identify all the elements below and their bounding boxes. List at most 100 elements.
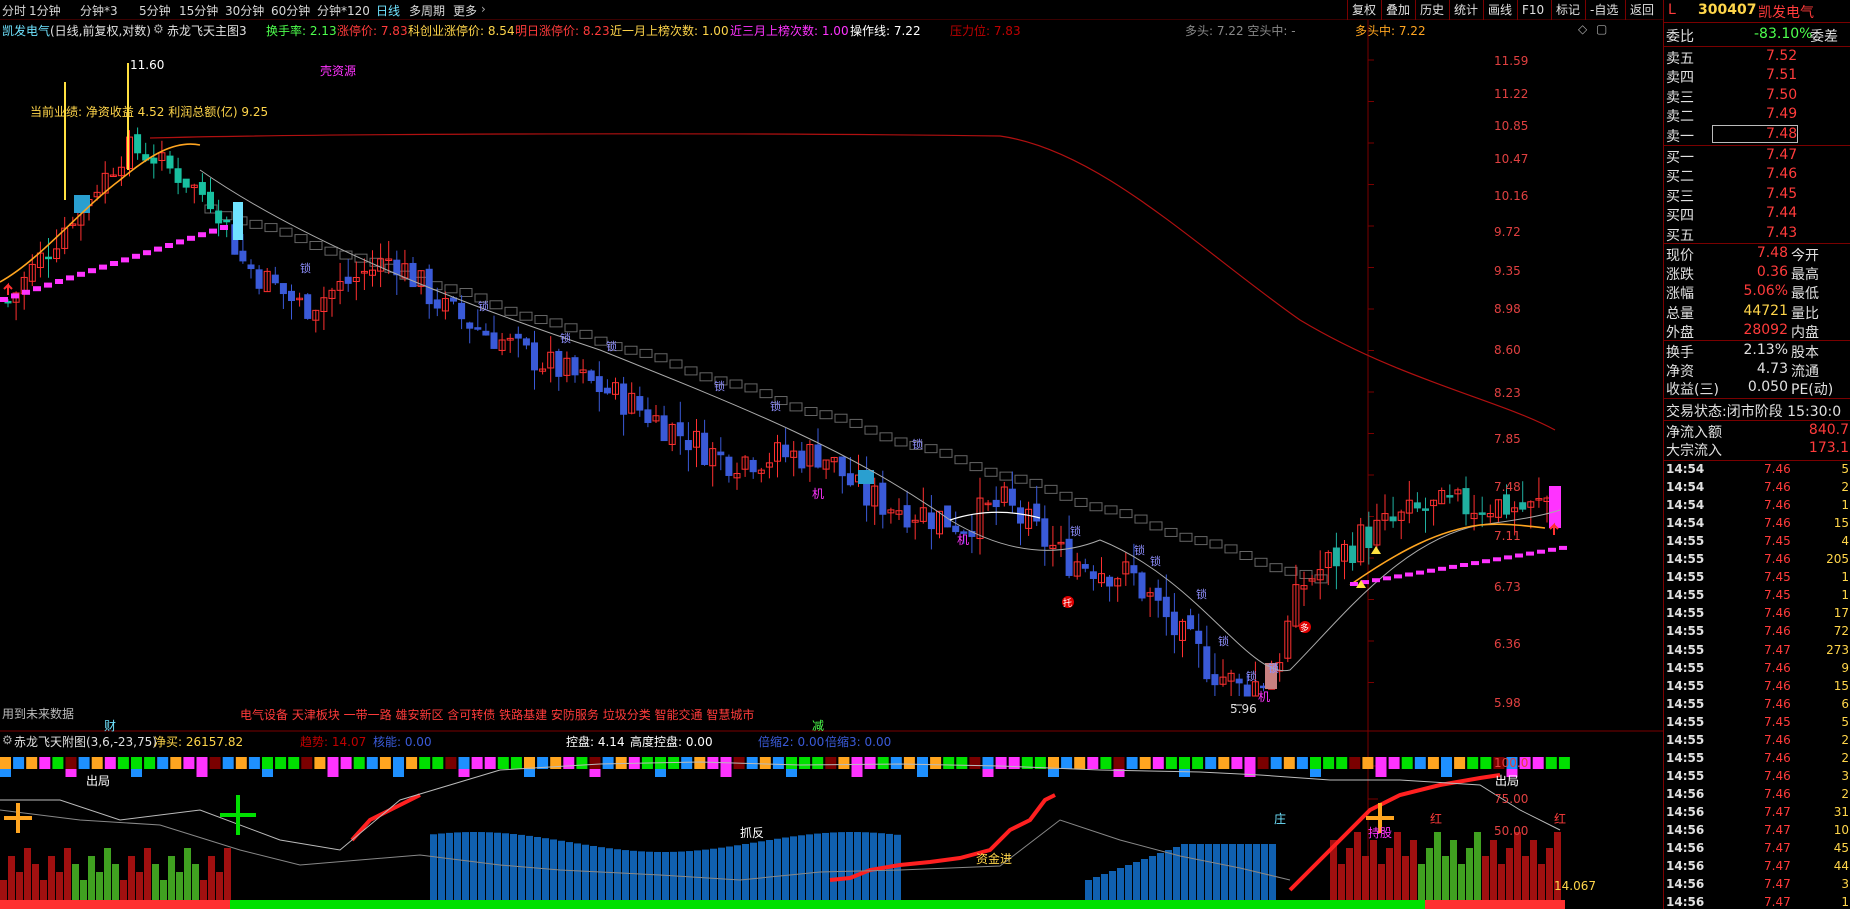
bid-row[interactable]: 买一 7.47 [1664,147,1850,166]
history-button[interactable]: 历史 [1415,0,1448,20]
support-dash [66,275,74,281]
period-fenshi[interactable]: 分时 [2,2,26,19]
blue-volume-bar [686,851,693,900]
blue-volume-bar [622,850,629,900]
right-volume-bar [1354,832,1361,900]
signal-block [1270,757,1282,769]
tick-volume: 2 [1841,786,1849,801]
left-volume-bar [32,864,39,900]
step-box [999,471,1013,481]
signal-block [982,757,994,769]
left-volume-bar [200,880,207,900]
right-volume-bar [1490,840,1497,900]
bid-price: 7.44 [1766,205,1798,222]
bid-row[interactable]: 买二 7.46 [1664,166,1850,185]
period-5min[interactable]: 5分钟 [139,2,171,19]
period-more[interactable]: 更多 [453,2,477,19]
step-box [1299,569,1313,579]
stat-label2: 最高 [1791,267,1819,284]
chevron-right-icon[interactable]: › [481,2,486,16]
tick-row: 14:55 7.46 6 [1664,697,1850,715]
period-3min[interactable]: 分钟*3 [80,2,118,19]
suo-marker: 锁 [1070,524,1081,538]
fuquan-button[interactable]: 复权 [1347,0,1380,20]
period-1min[interactable]: 1分钟 [29,2,61,19]
yellow-triangle [1371,546,1381,554]
tick-time: 14:54 [1666,480,1705,495]
step-box [864,425,878,435]
sub-gear-icon[interactable]: ⚙ [2,733,13,747]
signal-block [969,757,981,769]
back-button[interactable]: 返回 [1625,0,1658,20]
net-buy-label: 净买: 26157.82 [154,735,244,749]
tick-row: 14:55 7.46 2 [1664,733,1850,751]
tick-price: 7.45 [1764,570,1791,585]
ask-row[interactable]: 卖二 7.49 [1664,106,1850,125]
red-up-arrow [1549,522,1559,535]
tick-time: 14:55 [1666,660,1705,675]
candle-body [903,505,911,528]
candle-body [814,444,822,468]
signal-block [825,757,837,769]
signal-block [1283,757,1295,769]
sub-indicator-title[interactable]: 赤龙飞天附图(3,6,-23,75) [14,733,157,750]
bid-row[interactable]: 买五 7.43 [1664,225,1850,244]
signal-block [288,757,300,769]
bid-label: 买五 [1666,227,1694,244]
ask-row[interactable]: 卖四 7.51 [1664,67,1850,86]
blue-volume-bar [694,850,701,900]
stat2-row: 收益(三) 0.050 PE(动) [1664,379,1850,398]
step-box [1119,509,1133,519]
tick-row: 14:56 7.47 1 [1664,895,1850,909]
remove-favorite-button[interactable]: -自选 [1585,0,1622,20]
out-label: 出局 [86,774,111,788]
blue-volume-bar [1149,856,1156,900]
tick-price: 7.47 [1764,877,1791,892]
stats-button[interactable]: 统计 [1449,0,1482,20]
signal-block-2 [720,769,732,777]
signal-block [1074,757,1086,769]
ask-row[interactable]: 卖五 7.52 [1664,48,1850,67]
period-daily[interactable]: 日线 [376,2,400,19]
ask-label: 卖二 [1666,109,1694,126]
signal-block [1349,757,1361,769]
step-box [549,318,563,328]
support-dash [121,257,129,263]
candle-body [1138,572,1146,599]
ask-row[interactable]: 卖三 7.50 [1664,87,1850,106]
tick-volume: 3 [1841,768,1849,783]
blue-candle [858,470,874,484]
white-ma [949,511,1041,521]
blue-volume-bar [574,843,581,900]
period-60min[interactable]: 60分钟 [271,2,310,19]
ask-label: 卖五 [1666,51,1694,67]
period-multi[interactable]: 多周期 [409,2,445,19]
step-box [1254,557,1268,567]
overlay-button[interactable]: 叠加 [1381,0,1414,20]
price-tick: 6.73 [1494,580,1521,594]
tick-row: 14:54 7.46 5 [1664,462,1850,480]
candle-body [1162,596,1170,618]
suo-marker: 锁 [1246,669,1257,683]
support-dash [1526,551,1534,556]
ji-marker: 机 [1258,690,1270,704]
suo-marker: 锁 [300,261,311,275]
order-ratio-value: -83.10% [1754,26,1813,42]
signal-block [563,757,575,769]
kline-chart[interactable]: 锁锁锁锁锁锁锁锁锁锁锁锁锁锁机机机托多 [0,20,1663,909]
tick-time: 14:55 [1666,642,1705,657]
period-15min[interactable]: 15分钟 [179,2,218,19]
mark-button[interactable]: 标记 [1551,0,1584,20]
period-30min[interactable]: 30分钟 [225,2,264,19]
bid-row[interactable]: 买三 7.45 [1664,186,1850,205]
signal-block [1336,757,1348,769]
draw-button[interactable]: 画线 [1483,0,1516,20]
tick-volume: 4 [1841,534,1849,549]
f10-button[interactable]: F10 [1517,0,1548,20]
bid-row[interactable]: 买四 7.44 [1664,205,1850,224]
support-dash [1493,557,1501,562]
candle-body [1503,494,1510,515]
ask-price: 7.50 [1766,86,1798,103]
period-120min[interactable]: 分钟*120 [317,2,370,19]
tick-time: 14:55 [1666,750,1705,765]
